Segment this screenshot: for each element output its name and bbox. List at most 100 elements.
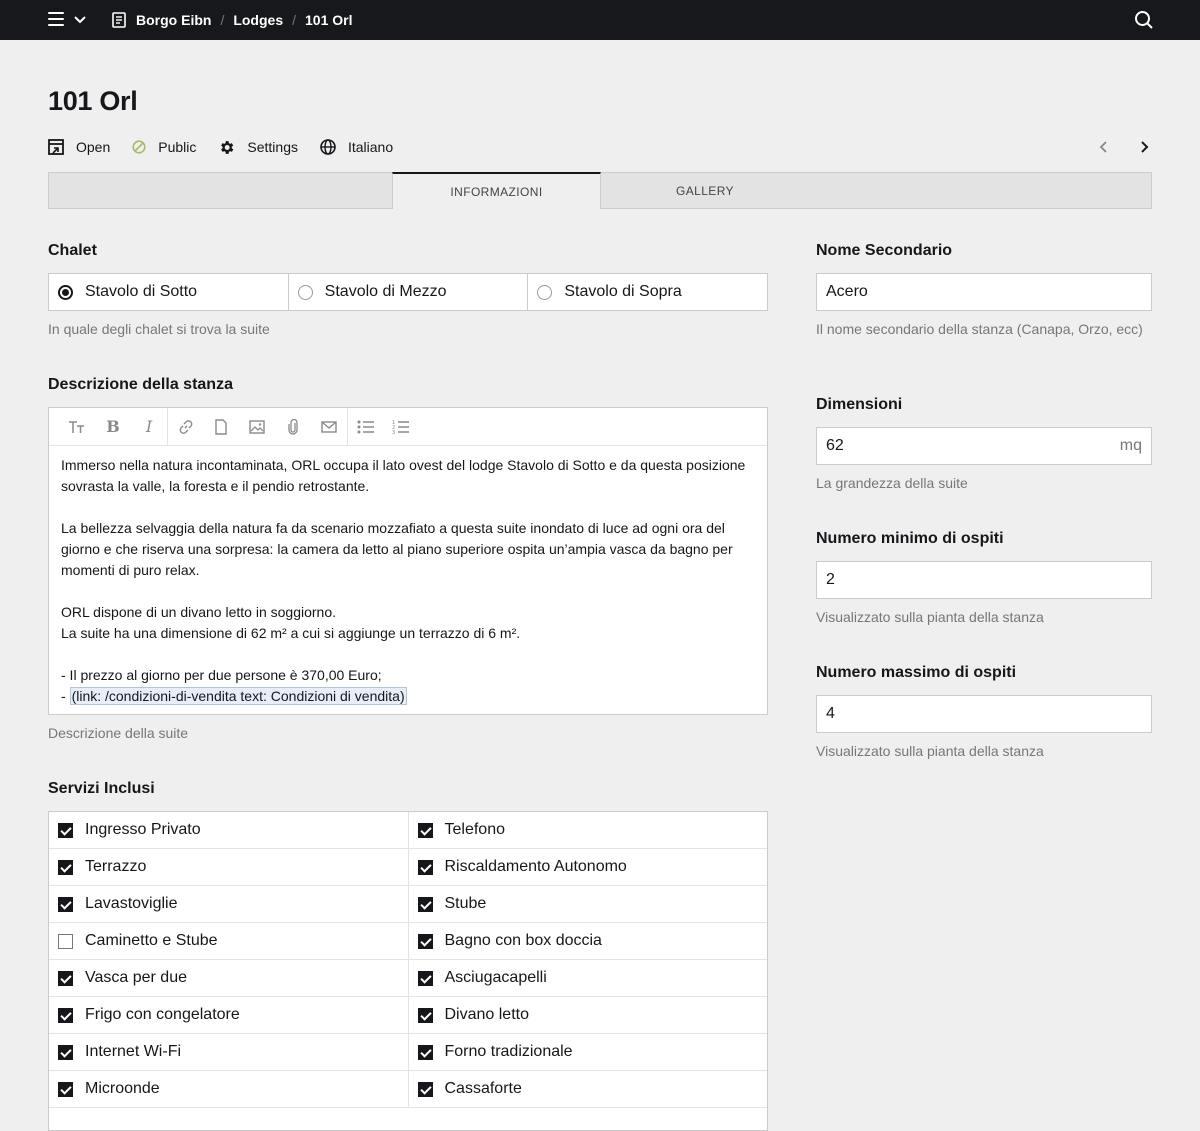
chevron-left-icon[interactable] [1096, 139, 1112, 155]
selected-link-text[interactable]: (link: /condizioni-di-vendita text: Cond… [69, 687, 407, 705]
checkbox[interactable] [58, 1081, 73, 1097]
chalet-label: Chalet [48, 242, 97, 259]
editor-paragraph: - (link: /condizioni-di-vendita text: Co… [61, 686, 755, 707]
secondary-name-label: Nome Secondario [816, 242, 953, 259]
numbered-list-icon[interactable]: 123 [383, 408, 419, 446]
service-option[interactable]: Terrazzo [49, 849, 409, 885]
service-option[interactable]: Ingresso Privato [49, 812, 409, 848]
max-guests-input[interactable]: 4 [816, 695, 1152, 733]
service-label: Ingresso Privato [85, 821, 201, 838]
chalet-option-label: Stavolo di Sotto [85, 283, 198, 300]
max-guests-help: Visualizzato sulla pianta della stanza [816, 743, 1044, 759]
checkbox[interactable] [417, 1081, 433, 1097]
service-label: Stube [444, 895, 487, 912]
image-icon[interactable] [239, 408, 275, 446]
dimensions-unit: mq [1119, 437, 1142, 454]
checkbox[interactable] [417, 970, 433, 986]
tab-informazioni[interactable]: Informazioni [392, 172, 601, 209]
editor-paragraph [61, 644, 755, 665]
editor-content[interactable]: Immerso nella natura incontaminata, ORL … [49, 446, 767, 716]
globe-icon [320, 139, 336, 155]
service-option[interactable]: Asciugacapelli [409, 960, 768, 996]
breadcrumb-current[interactable]: 101 Orl [305, 12, 352, 28]
chevron-right-icon[interactable] [1136, 139, 1152, 155]
service-option[interactable]: Vasca per due [49, 960, 409, 996]
editor-paragraph [61, 497, 755, 518]
checkbox[interactable] [58, 970, 73, 986]
bold-icon[interactable]: B [95, 408, 131, 446]
italic-icon[interactable]: I [131, 408, 167, 446]
editor-paragraph: ORL dispone di un divano letto in soggio… [61, 604, 336, 620]
chalet-option[interactable]: Stavolo di Sotto [49, 274, 289, 310]
attachment-icon[interactable] [275, 408, 311, 446]
dimensions-input[interactable]: 62 mq [816, 427, 1152, 465]
service-option[interactable]: Frigo con congelatore [49, 997, 409, 1033]
checkbox[interactable] [417, 896, 433, 912]
secondary-name-input[interactable]: Acero [816, 273, 1152, 311]
service-label: Bagno con box doccia [444, 932, 602, 949]
breadcrumb-site[interactable]: Borgo Eibn [136, 12, 211, 28]
services-row: Frigo con congelatore Divano letto [49, 997, 767, 1034]
service-label: Lavastoviglie [85, 895, 178, 912]
checkbox[interactable] [58, 933, 73, 949]
menu-icon[interactable] [48, 12, 64, 26]
service-option[interactable]: Divano letto [409, 997, 768, 1033]
language-button[interactable]: Italiano [320, 139, 393, 155]
radio-button[interactable] [297, 284, 313, 300]
service-option[interactable]: Telefono [409, 812, 768, 848]
checkbox[interactable] [417, 933, 433, 949]
radio-button[interactable] [58, 284, 73, 300]
search-icon[interactable] [1134, 10, 1154, 30]
checkbox[interactable] [417, 1007, 433, 1023]
page-link-icon[interactable] [203, 408, 239, 446]
service-option[interactable]: Stube [409, 886, 768, 922]
page-title: 101 Orl [48, 86, 138, 116]
chalet-option-label: Stavolo di Mezzo [324, 283, 447, 300]
checkbox[interactable] [58, 859, 73, 875]
status-button[interactable]: Public [132, 139, 196, 155]
checkbox[interactable] [58, 896, 73, 912]
chevron-down-icon[interactable] [73, 12, 87, 26]
email-icon[interactable] [311, 408, 347, 446]
service-label: Internet Wi-Fi [85, 1043, 182, 1060]
description-label: Descrizione della stanza [48, 376, 233, 393]
service-option[interactable]: Cassaforte [409, 1071, 768, 1107]
link-icon[interactable] [167, 407, 203, 446]
service-option[interactable]: Riscaldamento Autonomo [409, 849, 768, 885]
service-option[interactable]: Internet Wi-Fi [49, 1034, 409, 1070]
service-option[interactable]: Lavastoviglie [49, 886, 409, 922]
checkbox[interactable] [417, 859, 433, 875]
services-row: Vasca per due Asciugacapelli [49, 960, 767, 997]
description-editor[interactable]: B I 123 Immerso nella natura incontamina… [48, 407, 768, 715]
settings-button[interactable]: Settings [218, 139, 298, 156]
service-label: Terrazzo [85, 858, 147, 875]
breadcrumb-lodges[interactable]: Lodges [233, 12, 283, 28]
service-option[interactable]: Bagno con box doccia [409, 923, 768, 959]
radio-button[interactable] [537, 284, 553, 300]
checkbox[interactable] [58, 1007, 73, 1023]
checkbox[interactable] [58, 1044, 73, 1060]
settings-label: Settings [247, 139, 298, 155]
bullet-list-icon[interactable] [347, 407, 383, 446]
tab-bar: Informazioni Gallery [48, 172, 1152, 209]
heading-icon[interactable] [59, 408, 95, 446]
chalet-option[interactable]: Stavolo di Mezzo [289, 274, 529, 310]
page-icon [112, 12, 126, 28]
service-label: Vasca per due [85, 969, 187, 986]
service-option[interactable]: Forno tradizionale [409, 1034, 768, 1070]
tab-gallery[interactable]: Gallery [601, 172, 809, 209]
service-label: Microonde [85, 1080, 160, 1097]
services-row: Caminetto e Stube Bagno con box doccia [49, 923, 767, 960]
open-button[interactable]: Open [48, 139, 110, 155]
checkbox[interactable] [417, 822, 433, 838]
service-label: Asciugacapelli [444, 969, 547, 986]
service-option[interactable]: Caminetto e Stube [49, 923, 409, 959]
checkbox[interactable] [58, 822, 73, 838]
chalet-option[interactable]: Stavolo di Sopra [528, 274, 767, 310]
chalet-radio-group: Stavolo di Sotto Stavolo di Mezzo Stavol… [48, 273, 768, 311]
service-option[interactable]: Microonde [49, 1071, 409, 1107]
list-dash: - [61, 688, 70, 704]
editor-paragraph: La suite ha una dimensione di 62 m² a cu… [61, 625, 521, 641]
min-guests-input[interactable]: 2 [816, 561, 1152, 599]
checkbox[interactable] [417, 1044, 433, 1060]
